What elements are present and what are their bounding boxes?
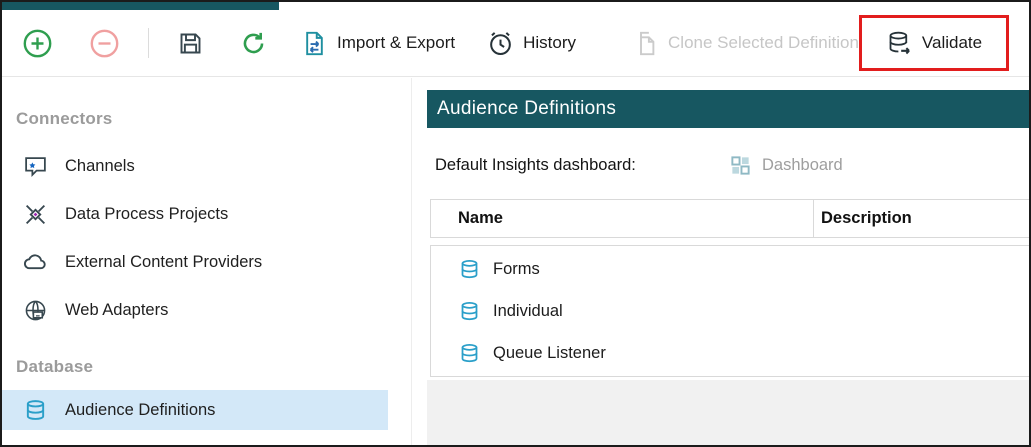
sidebar-item-label: Web Adapters (65, 301, 168, 320)
history-label: History (523, 33, 576, 53)
web-adapters-icon (22, 298, 48, 323)
row-name: Forms (493, 260, 540, 279)
table-row[interactable]: Queue Listener (431, 332, 1031, 374)
table-row[interactable]: Individual (431, 290, 1031, 332)
database-icon (458, 301, 480, 322)
dashboard-grid-icon (729, 154, 752, 177)
column-header-name[interactable]: Name (458, 209, 503, 228)
content-background (427, 380, 1031, 447)
main-panel-title-bar: Audience Definitions (427, 90, 1031, 128)
plus-circle-icon (22, 28, 53, 59)
sidebar-item-channels[interactable]: Channels (2, 142, 411, 190)
save-button[interactable] (177, 30, 204, 57)
sidebar-item-label: Data Process Projects (65, 205, 228, 224)
table-row[interactable]: Forms (431, 248, 1031, 290)
remove-button[interactable] (89, 28, 120, 59)
import-export-button[interactable]: Import & Export (301, 30, 455, 57)
toolbar: Import & Export History Clone Selected D… (2, 10, 1029, 77)
refresh-icon (240, 30, 267, 57)
validate-highlight-box: Validate (859, 15, 1009, 71)
dashboard-button[interactable]: Dashboard (729, 146, 843, 184)
database-icon (458, 343, 480, 364)
top-teal-strip (2, 2, 279, 10)
sidebar-item-web-adapters[interactable]: Web Adapters (2, 286, 411, 334)
toolbar-separator (148, 28, 149, 58)
application-window: Import & Export History Clone Selected D… (0, 0, 1031, 447)
import-export-icon (301, 30, 328, 57)
column-header-description[interactable]: Description (821, 209, 912, 228)
history-button[interactable]: History (487, 30, 576, 57)
sidebar-item-external-content-providers[interactable]: External Content Providers (2, 238, 411, 286)
validate-button[interactable]: Validate (886, 30, 982, 57)
validate-label: Validate (922, 33, 982, 53)
clone-selected-definition-button[interactable]: Clone Selected Definition (632, 30, 859, 57)
sidebar-item-label: Audience Definitions (65, 401, 215, 420)
row-name: Queue Listener (493, 344, 606, 363)
import-export-label: Import & Export (337, 33, 455, 53)
dashboard-button-label: Dashboard (762, 156, 843, 175)
cloud-icon (22, 250, 48, 275)
floppy-disk-icon (177, 30, 204, 57)
minus-circle-icon (89, 28, 120, 59)
clone-document-icon (632, 30, 659, 57)
sidebar-section-database: Database (2, 344, 411, 390)
main-panel: Audience Definitions Default Insights da… (427, 78, 1031, 447)
sidebar-section-connectors: Connectors (2, 96, 411, 142)
validate-database-icon (886, 30, 913, 57)
table-header: Name Description (430, 199, 1031, 238)
clone-selected-definition-label: Clone Selected Definition (668, 33, 859, 53)
table-body: Forms Individual Queue Listener (430, 245, 1031, 377)
default-insights-dashboard-label: Default Insights dashboard: (435, 156, 636, 175)
data-process-projects-icon (22, 202, 48, 227)
main-panel-title: Audience Definitions (437, 98, 616, 120)
history-clock-icon (487, 30, 514, 57)
sidebar-item-label: External Content Providers (65, 253, 262, 272)
channels-icon (22, 154, 48, 179)
refresh-button[interactable] (240, 30, 267, 57)
database-icon (458, 259, 480, 280)
sidebar: Connectors Channels Data Process Project… (2, 78, 412, 447)
sidebar-item-label: Channels (65, 157, 135, 176)
database-icon (22, 399, 48, 422)
sidebar-item-audience-definitions[interactable]: Audience Definitions (2, 390, 388, 430)
sidebar-item-data-process-projects[interactable]: Data Process Projects (2, 190, 411, 238)
column-divider (813, 200, 814, 237)
row-name: Individual (493, 302, 563, 321)
add-button[interactable] (22, 28, 53, 59)
